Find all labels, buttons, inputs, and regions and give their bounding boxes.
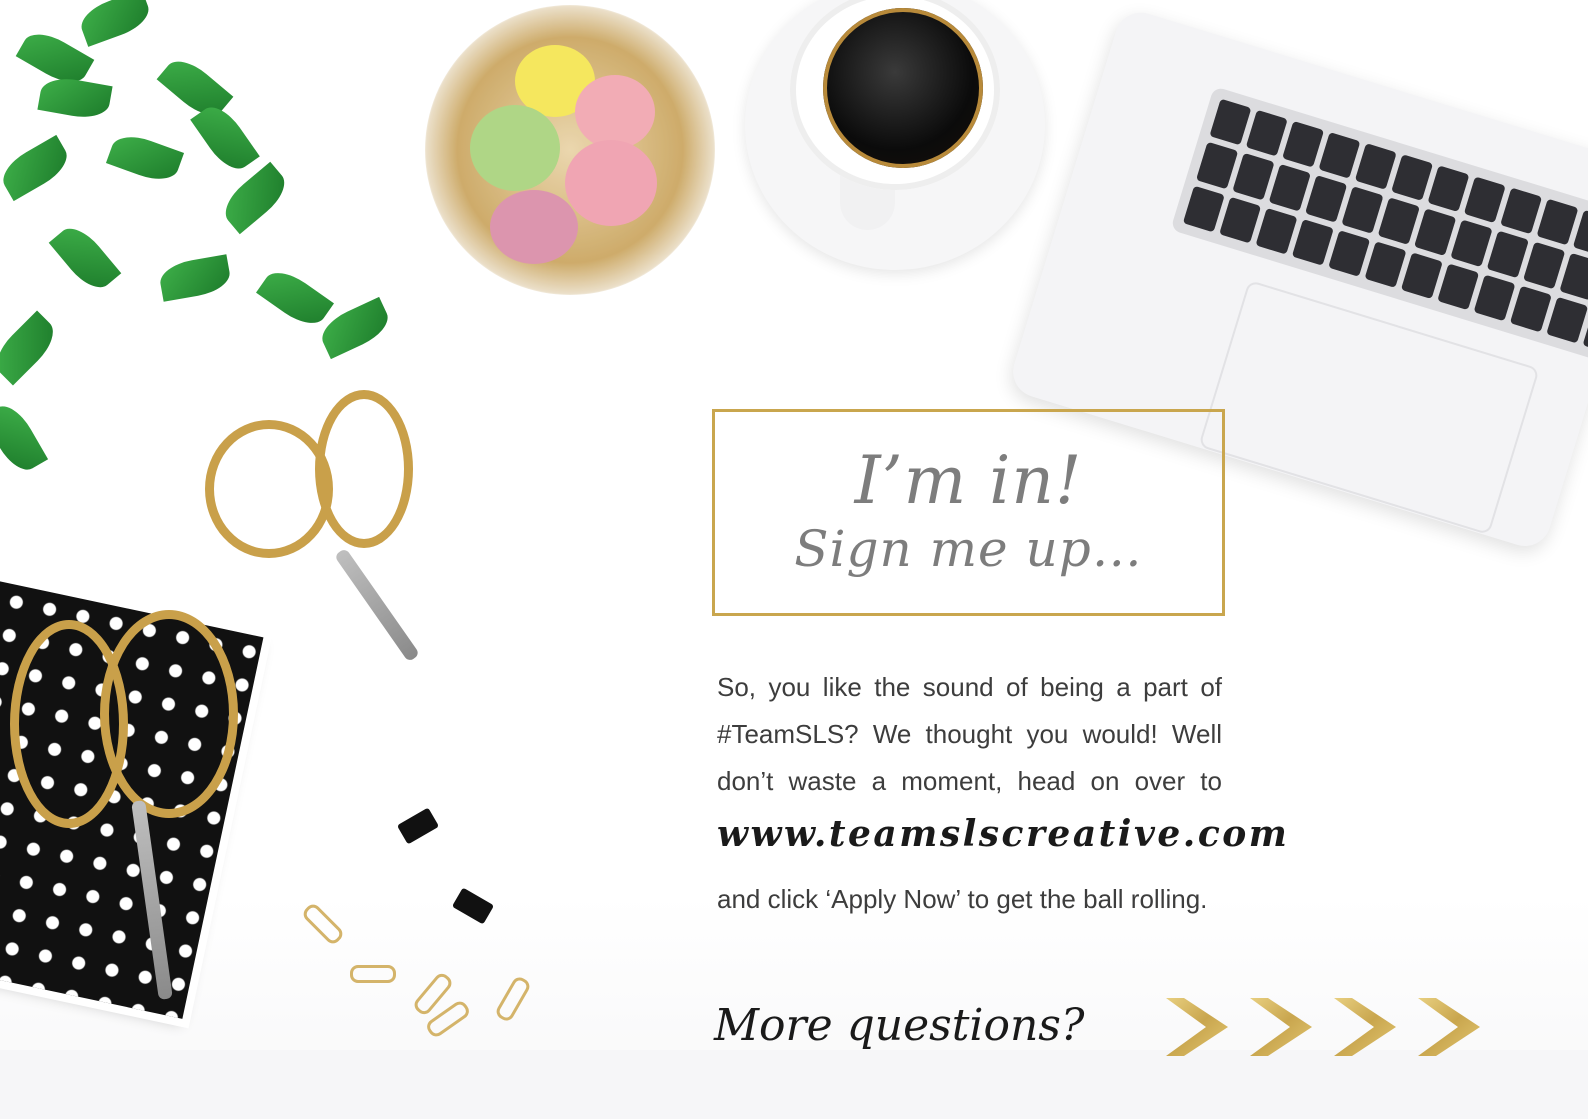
more-questions-heading: More questions?: [714, 1000, 1085, 1051]
macaron-bowl-photo: [425, 5, 715, 295]
bottom-band: [0, 1050, 1588, 1119]
intro-paragraph: So, you like the sound of being a part o…: [717, 672, 1222, 796]
signup-frame: I’m in! Sign me up…: [712, 409, 1225, 616]
binder-clips-photo: [300, 790, 580, 1050]
chevron-right-icon: [1166, 998, 1228, 1056]
brochure-page: I’m in! Sign me up… So, you like the sou…: [0, 0, 1588, 1119]
next-arrows[interactable]: [1166, 994, 1496, 1060]
notebook-scissors-photo: [0, 600, 250, 1020]
chevron-right-icon: [1418, 998, 1480, 1056]
signup-subtitle: Sign me up…: [794, 520, 1143, 578]
chevron-right-icon: [1250, 998, 1312, 1056]
signup-title: I’m in!: [854, 442, 1083, 519]
closing-paragraph: and click ‘Apply Now’ to get the ball ro…: [717, 884, 1208, 914]
website-link[interactable]: www.teamslscreative.com: [717, 813, 1287, 855]
chevron-right-icon: [1334, 998, 1396, 1056]
